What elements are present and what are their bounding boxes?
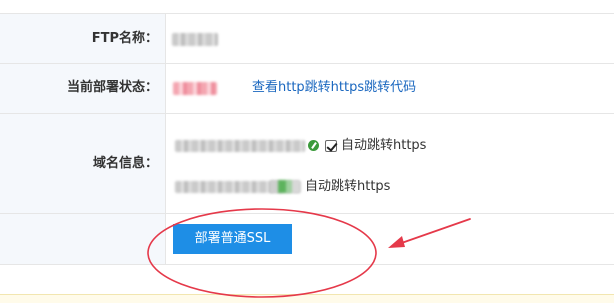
domain-1-redacted xyxy=(175,140,305,152)
ftp-name-label: FTP名称： xyxy=(91,31,158,46)
domain-2-checkbox-redacted xyxy=(270,180,300,193)
annotation-arrow-head xyxy=(388,236,405,248)
edit-pen-icon[interactable] xyxy=(308,140,319,151)
row-divider-4 xyxy=(0,264,614,265)
auto-redirect-label-2: 自动跳转https xyxy=(305,179,391,194)
ftp-name-value-redacted xyxy=(172,33,218,46)
auto-redirect-checkbox-1[interactable] xyxy=(325,140,337,152)
notice-bar xyxy=(0,294,614,303)
domain-info-label: 域名信息： xyxy=(92,156,158,171)
http-redirect-code-link[interactable]: 查看http跳转https跳转代码 xyxy=(252,80,416,96)
action-label-cell xyxy=(0,214,166,264)
annotation-arrow-line xyxy=(392,218,471,247)
deploy-status-value-redacted xyxy=(173,82,217,95)
deploy-standard-ssl-button[interactable]: 部署普通SSL xyxy=(173,224,292,254)
deploy-status-label: 当前部署状态： xyxy=(66,80,158,95)
auto-redirect-label-1: 自动跳转https xyxy=(341,138,427,153)
